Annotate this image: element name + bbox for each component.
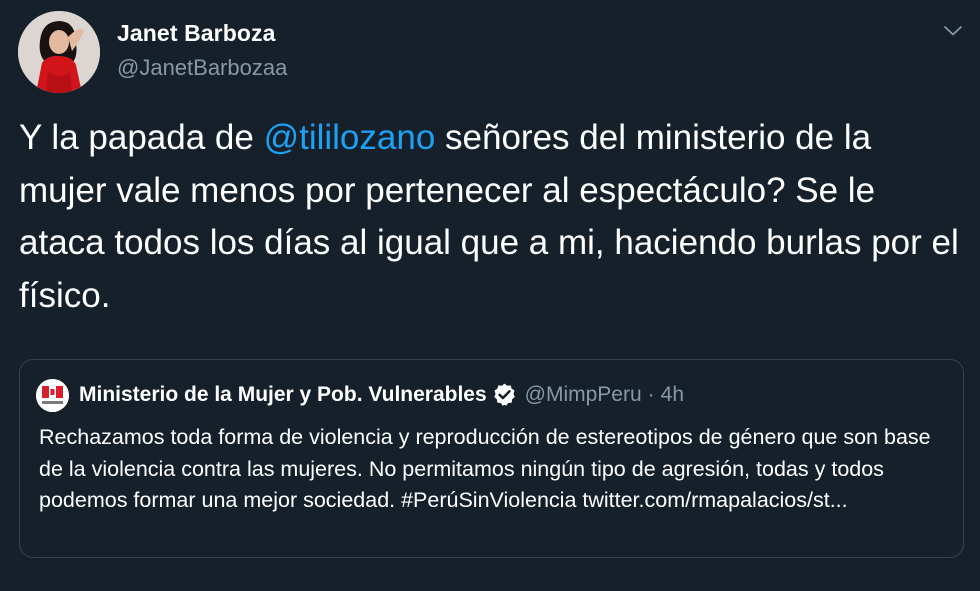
- author-name[interactable]: Janet Barboza: [117, 20, 276, 47]
- quoted-text: Rechazamos toda forma de violencia y rep…: [39, 425, 931, 512]
- verified-badge-icon: [492, 382, 517, 407]
- quoted-name: Ministerio de la Mujer y Pob. Vulnerable…: [79, 382, 487, 406]
- quoted-handle: @MimpPeru: [524, 382, 642, 406]
- quoted-timestamp: 4h: [660, 382, 685, 406]
- author-avatar[interactable]: [18, 11, 100, 93]
- quoted-tweet[interactable]: Ministerio de la Mujer y Pob. Vulnerable…: [19, 359, 964, 558]
- tweet-text: Y la papada de @tililozano señores del m…: [19, 112, 964, 322]
- quoted-separator: ·: [647, 382, 655, 406]
- quoted-avatar: [36, 379, 69, 412]
- mention-link[interactable]: @tililozano: [264, 118, 436, 157]
- chevron-down-icon[interactable]: [942, 22, 964, 40]
- tweet: Janet Barboza @JanetBarbozaa Y la papada…: [0, 0, 980, 591]
- quoted-header: Ministerio de la Mujer y Pob. Vulnerable…: [79, 382, 684, 407]
- tweet-text-before: Y la papada de: [19, 118, 264, 157]
- author-handle[interactable]: @JanetBarbozaa: [117, 55, 287, 81]
